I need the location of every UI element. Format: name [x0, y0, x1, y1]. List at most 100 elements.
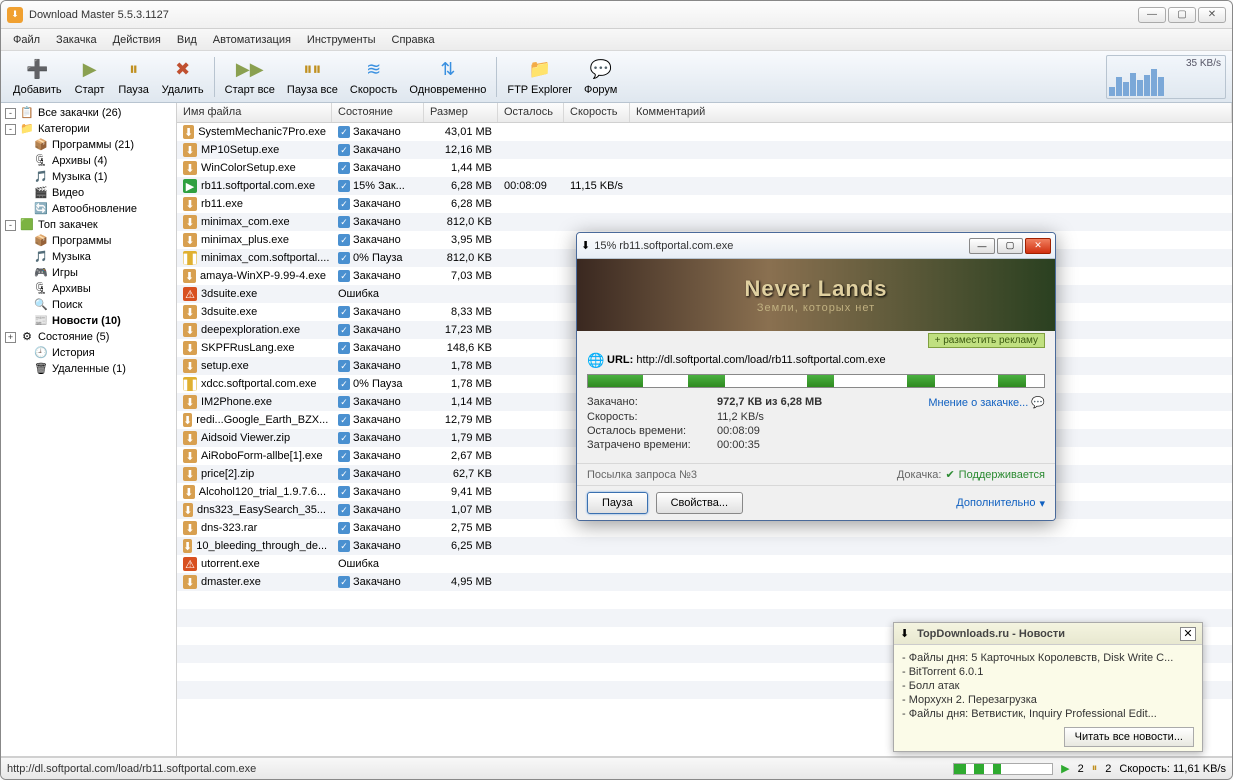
toolbar-Старт[interactable]: ▶Старт	[68, 56, 112, 98]
maximize-button[interactable]: ▢	[1168, 7, 1196, 23]
menu-Вид[interactable]: Вид	[169, 32, 205, 48]
dialog-minimize[interactable]: —	[969, 238, 995, 254]
pause-button[interactable]: Пауза	[587, 492, 648, 514]
menu-Инструменты[interactable]: Инструменты	[299, 32, 384, 48]
Скорость-icon: ≋	[362, 58, 386, 82]
dialog-maximize[interactable]: ▢	[997, 238, 1023, 254]
file-icon: ⬇	[183, 125, 194, 139]
tree-item[interactable]: 🎬Видео	[3, 185, 174, 201]
opinion-link[interactable]: Мнение о закачке...💬	[928, 396, 1045, 409]
tree-item[interactable]: 🎵Музыка	[3, 249, 174, 265]
status-icon: ✓	[338, 324, 350, 336]
dialog-titlebar[interactable]: ⬇ 15% rb11.softportal.com.exe — ▢ ✕	[577, 233, 1055, 259]
table-row[interactable]: ⬇minimax_com.exe✓Закачано812,0 KB	[177, 213, 1232, 231]
tree-item[interactable]: 📦Программы (21)	[3, 137, 174, 153]
place-ad-link[interactable]: + разместить рекламу	[928, 333, 1045, 348]
expand-icon[interactable]: -	[5, 124, 16, 135]
news-item[interactable]: - BitTorrent 6.0.1	[902, 665, 1194, 679]
column-header[interactable]: Состояние	[332, 103, 424, 122]
menu-Справка[interactable]: Справка	[384, 32, 443, 48]
table-row[interactable]: ▶rb11.softportal.com.exe✓15% Зак...6,28 …	[177, 177, 1232, 195]
tree-item[interactable]: 🗜Архивы (4)	[3, 153, 174, 169]
ad-banner[interactable]: Never Lands Земли, которых нет	[577, 259, 1055, 331]
tree-item[interactable]: -🟩Топ закачек	[3, 217, 174, 233]
Старт все-icon: ▶▶	[238, 58, 262, 82]
menu-Автоматизация[interactable]: Автоматизация	[205, 32, 299, 48]
news-item[interactable]: - Файлы дня: Ветвистик, Inquiry Professi…	[902, 707, 1194, 721]
tree-item[interactable]: 🗜Архивы	[3, 281, 174, 297]
tree-item[interactable]: 🔍Поиск	[3, 297, 174, 313]
column-header[interactable]: Имя файла	[177, 103, 332, 122]
column-header[interactable]: Комментарий	[630, 103, 1232, 122]
toolbar-FTP Explorer[interactable]: 📁FTP Explorer	[501, 56, 578, 98]
tree-item[interactable]: 🗑Удаленные (1)	[3, 361, 174, 377]
status-icon: ✓	[338, 522, 350, 534]
dialog-close[interactable]: ✕	[1025, 238, 1051, 254]
tree-icon: 🎬	[33, 186, 49, 200]
news-item[interactable]: - Болл атак	[902, 679, 1194, 693]
menu-Закачка[interactable]: Закачка	[48, 32, 105, 48]
toolbar-Удалить[interactable]: ✖Удалить	[156, 56, 210, 98]
menu-Файл[interactable]: Файл	[5, 32, 48, 48]
column-header[interactable]: Размер	[424, 103, 498, 122]
expand-icon[interactable]: -	[5, 220, 16, 231]
resume-value: Поддерживается	[959, 469, 1045, 481]
tree-item[interactable]: 🕘История	[3, 345, 174, 361]
news-item[interactable]: - Файлы дня: 5 Карточных Королевств, Dis…	[902, 651, 1194, 665]
status-icon: ✓	[338, 414, 350, 426]
toolbar-Скорость[interactable]: ≋Скорость	[344, 56, 404, 98]
speed-label: 35 KB/s	[1186, 58, 1221, 69]
table-row[interactable]: ⬇SystemMechanic7Pro.exe✓Закачано43,01 MB	[177, 123, 1232, 141]
status-icon: ✓	[338, 162, 350, 174]
expand-icon[interactable]: -	[5, 108, 16, 119]
table-row[interactable]: ⬇dns-323.rar✓Закачано2,75 MB	[177, 519, 1232, 537]
file-icon: ⬇	[183, 269, 196, 283]
status-icon: ✓	[338, 126, 350, 138]
toolbar-Добавить[interactable]: ➕Добавить	[7, 56, 68, 98]
properties-button[interactable]: Свойства...	[656, 492, 743, 514]
tree-item[interactable]: -📁Категории	[3, 121, 174, 137]
file-icon: ⬇	[183, 539, 192, 553]
file-icon: ⬇	[183, 431, 197, 445]
status-icon: ✓	[338, 198, 350, 210]
banner-title: Never Lands	[744, 276, 887, 302]
tree-item[interactable]: +⚙Состояние (5)	[3, 329, 174, 345]
menu-Действия[interactable]: Действия	[105, 32, 169, 48]
toolbar-Форум[interactable]: 💬Форум	[578, 56, 623, 98]
news-item[interactable]: - Морхухн 2. Перезагрузка	[902, 693, 1194, 707]
tree-icon: 🔄	[33, 202, 49, 216]
toolbar-Одновременно[interactable]: ⇅Одновременно	[403, 56, 492, 98]
table-row[interactable]: ⬇rb11.exe✓Закачано6,28 MB	[177, 195, 1232, 213]
minimize-button[interactable]: —	[1138, 7, 1166, 23]
download-dialog[interactable]: ⬇ 15% rb11.softportal.com.exe — ▢ ✕ Neve…	[576, 232, 1056, 521]
toolbar-Пауза все[interactable]: ⏸⏸Пауза все	[281, 56, 344, 98]
tree-item[interactable]: -📋Все закачки (26)	[3, 105, 174, 121]
read-all-button[interactable]: Читать все новости...	[1064, 727, 1194, 747]
more-link[interactable]: Дополнительно▾	[956, 497, 1045, 510]
table-row[interactable]: ⬇10_bleeding_through_de...✓Закачано6,25 …	[177, 537, 1232, 555]
table-row[interactable]: ⬇dmaster.exe✓Закачано4,95 MB	[177, 573, 1232, 591]
expand-icon[interactable]: +	[5, 332, 16, 343]
toolbar-Старт все[interactable]: ▶▶Старт все	[219, 56, 281, 98]
news-close[interactable]: ✕	[1180, 627, 1196, 641]
tree-item[interactable]: 📦Программы	[3, 233, 174, 249]
tree-item[interactable]: 🎵Музыка (1)	[3, 169, 174, 185]
chevron-down-icon: ▾	[1039, 497, 1045, 510]
table-row[interactable]: ⚠utorrent.exeОшибка	[177, 555, 1232, 573]
tree-item[interactable]: 🎮Игры	[3, 265, 174, 281]
toolbar-Пауза[interactable]: ⏸Пауза	[112, 56, 156, 98]
table-row[interactable]: ⬇MP10Setup.exe✓Закачано12,16 MB	[177, 141, 1232, 159]
column-header[interactable]: Скорость	[564, 103, 630, 122]
tree-item[interactable]: 📰Новости (10)	[3, 313, 174, 329]
news-popup[interactable]: ⬇ TopDownloads.ru - Новости ✕ - Файлы дн…	[893, 622, 1203, 752]
Удалить-icon: ✖	[171, 58, 195, 82]
file-icon: ⬇	[183, 341, 197, 355]
column-header[interactable]: Осталось	[498, 103, 564, 122]
close-button[interactable]: ✕	[1198, 7, 1226, 23]
file-icon: ⬇	[183, 305, 197, 319]
table-row-empty	[177, 591, 1232, 609]
titlebar[interactable]: ⬇ Download Master 5.5.3.1127 — ▢ ✕	[1, 1, 1232, 29]
table-row[interactable]: ⬇WinColorSetup.exe✓Закачано1,44 MB	[177, 159, 1232, 177]
check-icon: ✔	[945, 468, 954, 481]
tree-item[interactable]: 🔄Автообновление	[3, 201, 174, 217]
